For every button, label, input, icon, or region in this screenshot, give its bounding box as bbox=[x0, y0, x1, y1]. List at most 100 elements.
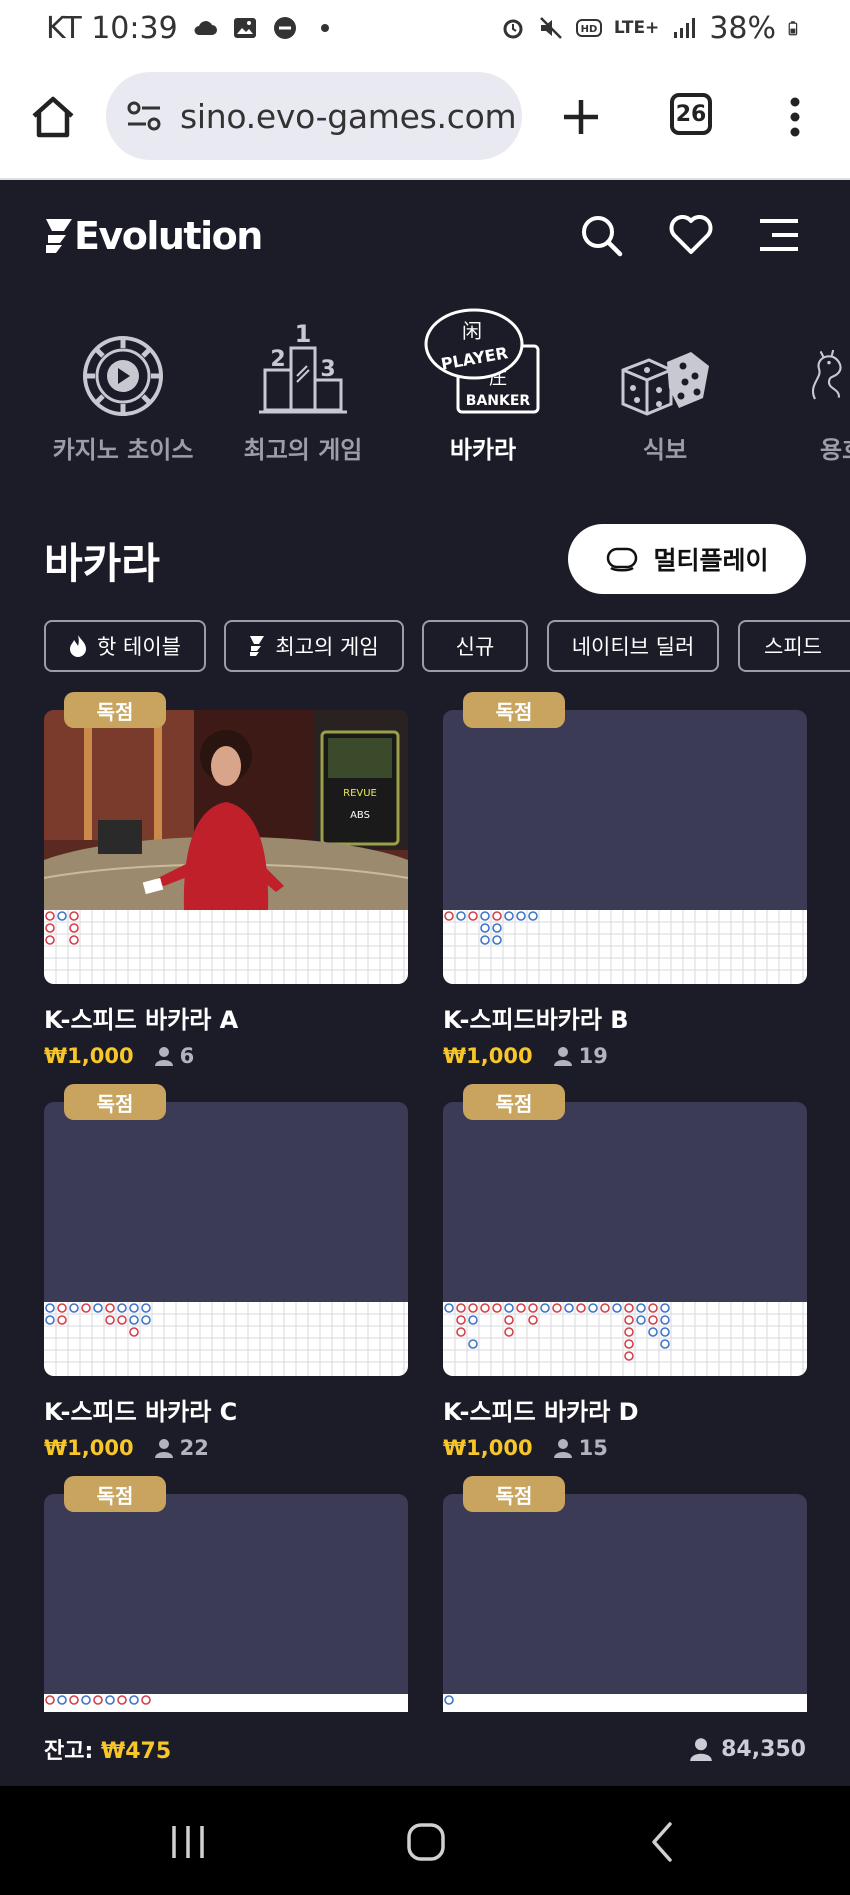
player-count: 19 bbox=[553, 1044, 608, 1068]
category-label: 용호 bbox=[820, 436, 850, 464]
filter-speed[interactable]: 스피드 bbox=[738, 620, 850, 672]
table-meta: ₩1,000 19 bbox=[443, 1044, 608, 1068]
table-title: K-스피드 바카라 A bbox=[44, 1006, 239, 1034]
min-bet: ₩1,000 bbox=[443, 1044, 533, 1068]
exclusive-badge: 독점 bbox=[463, 1476, 565, 1512]
balance-footer: 잔고: ₩475 84,350 bbox=[0, 1712, 850, 1786]
user-icon bbox=[690, 1738, 712, 1761]
bead-road bbox=[443, 1694, 807, 1712]
address-bar[interactable]: sino.evo-games.com bbox=[106, 72, 522, 160]
balance-value: ₩475 bbox=[100, 1739, 172, 1764]
player-count: 6 bbox=[154, 1044, 195, 1068]
bead-road bbox=[443, 1302, 807, 1376]
balance: 잔고: ₩475 bbox=[44, 1733, 171, 1765]
bead-road bbox=[443, 910, 807, 984]
table-thumbnail[interactable] bbox=[443, 1102, 807, 1376]
home-nav-icon[interactable] bbox=[404, 1820, 448, 1864]
logo-text: Evolution bbox=[74, 214, 263, 258]
page-title: 바카라 bbox=[44, 539, 160, 588]
user-icon bbox=[154, 1439, 173, 1458]
tab-count: 26 bbox=[675, 101, 707, 127]
min-bet: ₩1,000 bbox=[44, 1044, 134, 1068]
table-thumbnail[interactable] bbox=[443, 710, 807, 984]
table-meta: ₩1,000 15 bbox=[443, 1436, 608, 1460]
system-nav-bar bbox=[0, 1786, 850, 1895]
table-thumbnail[interactable]: REVUE ABS bbox=[44, 710, 408, 984]
filter-label: 네이티브 딜러 bbox=[571, 635, 695, 659]
category-label: 카지노 초이스 bbox=[52, 436, 194, 464]
balance-label: 잔고: bbox=[44, 1739, 94, 1764]
player-count-value: 15 bbox=[578, 1436, 608, 1460]
recent-apps-icon[interactable] bbox=[166, 1820, 210, 1864]
flame-icon bbox=[70, 635, 87, 657]
online-count: 84,350 bbox=[721, 1736, 806, 1762]
search-icon[interactable] bbox=[578, 212, 624, 258]
bead-road bbox=[44, 1694, 408, 1712]
bead-road bbox=[44, 1302, 408, 1376]
exclusive-badge: 독점 bbox=[64, 1084, 166, 1120]
player-count: 22 bbox=[154, 1436, 209, 1460]
svg-text:闲: 闲 bbox=[462, 319, 482, 343]
favorites-heart-icon[interactable] bbox=[668, 212, 714, 258]
player-count-value: 6 bbox=[179, 1044, 195, 1068]
exclusive-badge: 독점 bbox=[64, 1476, 166, 1512]
dealer-video: REVUE ABS bbox=[44, 710, 408, 910]
category-label: 최고의 게임 bbox=[243, 436, 363, 464]
more-menu-icon[interactable] bbox=[780, 92, 810, 142]
status-bar: KT 10:39 HD LTE+ 38% bbox=[0, 0, 850, 56]
table-title: K-스피드바카라 B bbox=[443, 1006, 629, 1034]
gallery-icon bbox=[233, 18, 256, 38]
filter-label: 신규 bbox=[455, 635, 495, 659]
tab-switcher-button[interactable]: 26 bbox=[670, 93, 712, 135]
evolution-mark-icon bbox=[250, 636, 265, 656]
network-type: LTE+ bbox=[613, 17, 660, 38]
filter-top-games[interactable]: 최고의 게임 bbox=[224, 620, 404, 672]
hamburger-menu-icon[interactable] bbox=[756, 212, 802, 258]
back-icon[interactable] bbox=[642, 1820, 686, 1864]
screen-text-abs: ABS bbox=[350, 810, 370, 821]
table-thumbnail[interactable] bbox=[443, 1494, 807, 1712]
dice-icon bbox=[621, 352, 709, 416]
dot-icon bbox=[320, 24, 329, 32]
min-bet: ₩1,000 bbox=[44, 1436, 134, 1460]
svg-text:1: 1 bbox=[295, 320, 312, 348]
table-card-f[interactable]: 독점 bbox=[443, 1476, 807, 1712]
filter-hot-tables[interactable]: 핫 테이블 bbox=[44, 620, 206, 672]
svg-text:3: 3 bbox=[320, 357, 335, 382]
category-dragon-tiger[interactable]: 용호 bbox=[760, 288, 850, 465]
category-baccarat[interactable]: BANKER 庄 PLAYER 闲 바카라 bbox=[398, 288, 568, 465]
user-icon bbox=[553, 1439, 572, 1458]
table-title: K-스피드 바카라 D bbox=[443, 1398, 639, 1426]
do-not-disturb-icon bbox=[273, 17, 296, 39]
table-card-e[interactable]: 독점 bbox=[44, 1476, 408, 1712]
evolution-logo[interactable]: Evolution bbox=[44, 214, 263, 258]
category-sicbo[interactable]: 식보 bbox=[580, 288, 750, 465]
filter-chips: 핫 테이블 최고의 게임 신규 네이티브 딜러 스피드 bbox=[0, 620, 850, 674]
svg-text:HD: HD bbox=[580, 24, 597, 35]
filter-new[interactable]: 신규 bbox=[422, 620, 528, 672]
category-label: 식보 bbox=[642, 436, 688, 464]
alarm-icon bbox=[503, 19, 523, 39]
exclusive-badge: 독점 bbox=[463, 692, 565, 728]
new-tab-icon[interactable] bbox=[556, 92, 606, 142]
table-thumbnail[interactable] bbox=[44, 1494, 408, 1712]
category-label: 바카라 bbox=[449, 436, 517, 464]
home-icon[interactable] bbox=[28, 92, 78, 142]
casino-chip-icon bbox=[83, 336, 163, 416]
table-thumbnail[interactable] bbox=[44, 1102, 408, 1376]
mute-icon bbox=[539, 17, 562, 39]
url-text[interactable]: sino.evo-games.com bbox=[180, 97, 517, 136]
category-casino-choice[interactable]: 카지노 초이스 bbox=[38, 288, 208, 465]
table-meta: ₩1,000 22 bbox=[44, 1436, 209, 1460]
site-settings-icon[interactable] bbox=[124, 96, 174, 136]
filter-label: 핫 테이블 bbox=[97, 635, 181, 659]
signal-icon bbox=[674, 18, 696, 38]
screen-text-revue: REVUE bbox=[343, 788, 377, 799]
category-top-games[interactable]: 12 3 최고의 게임 bbox=[218, 288, 388, 465]
bead-road bbox=[44, 910, 408, 984]
baccarat-icon-banker: BANKER bbox=[466, 393, 531, 409]
online-players: 84,350 bbox=[689, 1737, 806, 1762]
hd-icon: HD bbox=[575, 19, 602, 37]
filter-native-dealer[interactable]: 네이티브 딜러 bbox=[547, 620, 719, 672]
multiplay-button[interactable]: 멀티플레이 bbox=[568, 524, 806, 594]
